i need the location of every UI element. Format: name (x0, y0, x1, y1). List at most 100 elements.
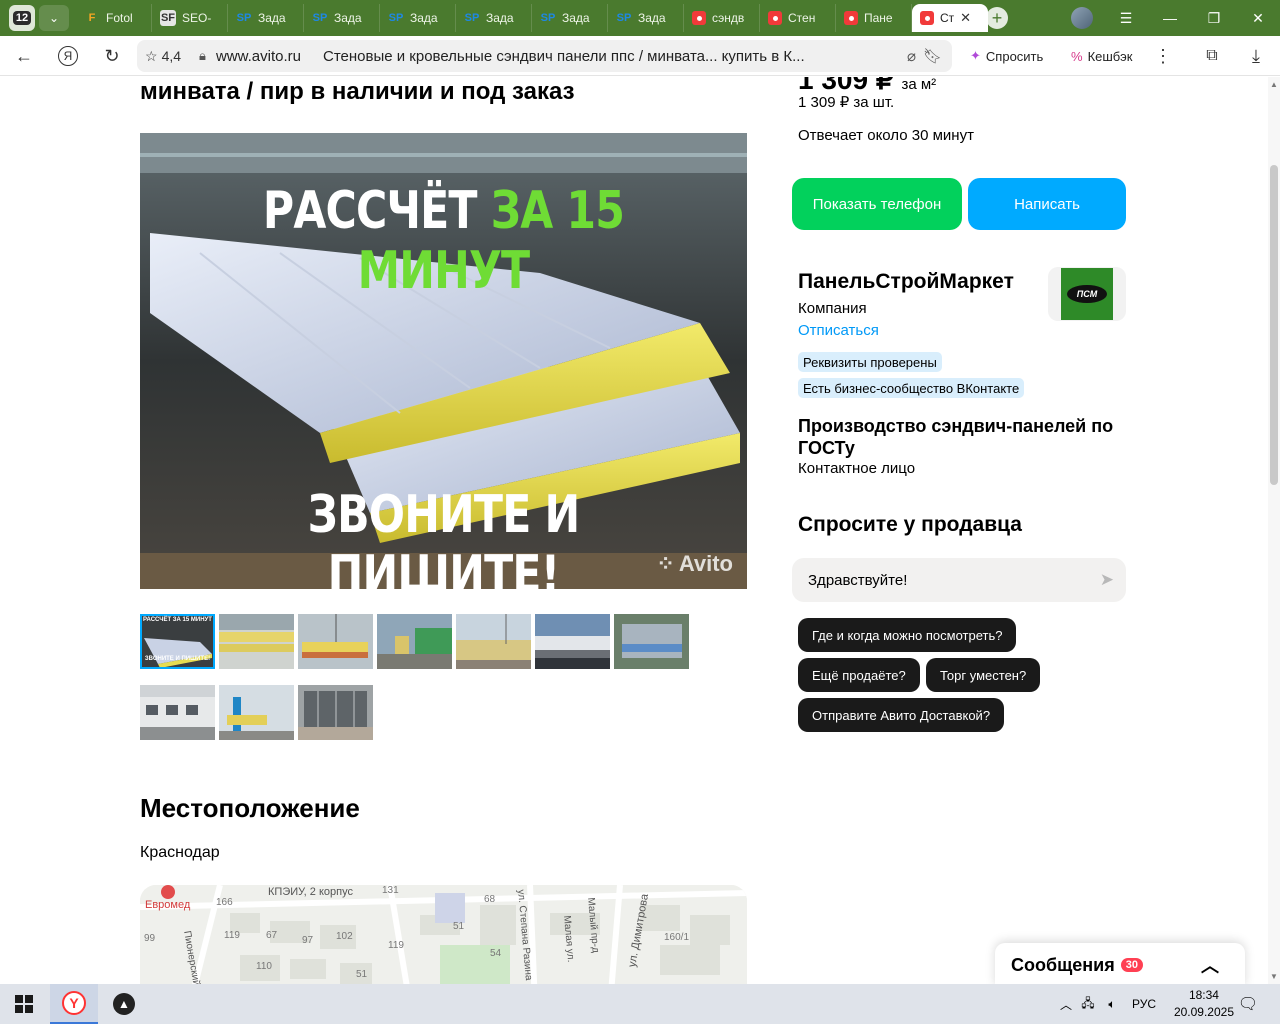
tab[interactable]: Стен (760, 4, 836, 32)
close-tab-icon[interactable]: ✕ (960, 10, 971, 26)
tab[interactable]: SP Зада (380, 4, 456, 32)
thumbnail[interactable] (535, 614, 610, 669)
thumbnail-image (140, 685, 215, 740)
new-tab-button[interactable]: + (986, 7, 1008, 29)
tab-label: Зада (562, 11, 590, 25)
tab[interactable]: сэндв (684, 4, 760, 32)
seller-name[interactable]: ПанельСтройМаркет (798, 270, 1014, 294)
tab-label: SEO- (182, 11, 212, 25)
page-content: минвата / пир в наличии и под заказ РАСС… (0, 77, 1268, 984)
thumbnail[interactable] (298, 685, 373, 740)
yandex-browser-icon: Y (62, 991, 86, 1015)
thumbnail-selected[interactable]: РАССЧЁТ ЗА 15 МИНУТ ЗВОНИТЕ И ПИШИТЕ! (140, 614, 215, 669)
tab[interactable]: SF SEO- (152, 4, 228, 32)
language-indicator[interactable]: РУС (1132, 997, 1156, 1011)
tab[interactable]: F Fotol (76, 4, 152, 32)
map-poi-label[interactable]: Евромед (145, 899, 190, 911)
scroll-down-icon[interactable]: ▼ (1270, 972, 1278, 981)
rating-value: 4,4 (161, 48, 182, 64)
arrow-left-icon: ← (15, 45, 33, 66)
tab[interactable]: SP Зада (608, 4, 684, 32)
avatar (1071, 7, 1093, 29)
site-rating[interactable]: ☆ 4,4 (145, 48, 181, 65)
quick-question-chip[interactable]: Торг уместен? (926, 658, 1041, 692)
thumbnail[interactable] (614, 614, 689, 669)
back-button[interactable]: ← (12, 44, 36, 68)
notifications-button[interactable]: 🗨︎ (1224, 984, 1272, 1024)
tab-favicon-icon: SP (236, 12, 252, 24)
more-menu-button[interactable]: ⋮ (1151, 44, 1175, 68)
downloads-button[interactable]: ⤓ (1244, 44, 1268, 68)
address-bar[interactable]: ☆ 4,4 🔒︎ www.avito.ru Стеновые и кровельн… (137, 40, 952, 72)
tab[interactable]: SP Зада (456, 4, 532, 32)
restore-button[interactable]: ❐ (1192, 0, 1236, 36)
unsubscribe-link[interactable]: Отписаться (798, 322, 879, 339)
profile-button[interactable] (1060, 0, 1104, 36)
url-domain: www.avito.ru (215, 47, 301, 65)
system-tray: ︿ 🖧︎ 🔈︎ РУС (1056, 984, 1156, 1024)
collections-button[interactable]: ⧉ (1200, 44, 1224, 68)
windows-taskbar: Y ▲ ︿ 🖧︎ 🔈︎ РУС 18:34 20.09.2025 🗨︎ (0, 984, 1280, 1024)
tab-counter-button[interactable]: 12 (9, 5, 35, 31)
ask-seller-input[interactable]: Здравствуйте! ➤ (792, 558, 1126, 602)
ask-alice-button[interactable]: ✦ Спросить (962, 43, 1051, 69)
tab[interactable]: SP Зада (304, 4, 380, 32)
send-icon[interactable]: ➤ (1100, 570, 1114, 590)
page-scrollbar[interactable]: ▲ ▼ (1268, 77, 1280, 984)
close-window-button[interactable]: ✕ (1236, 0, 1280, 36)
avito-favicon-icon (768, 11, 782, 25)
thumbnail[interactable] (219, 614, 294, 669)
chevron-down-icon: ⌄ (48, 11, 60, 25)
scroll-up-icon[interactable]: ▲ (1270, 80, 1278, 89)
avito-favicon-icon (920, 11, 934, 25)
volume-icon[interactable]: 🔈︎ (1100, 997, 1124, 1012)
thumbnail-image (219, 685, 294, 740)
show-phone-button[interactable]: Показать телефон (792, 178, 962, 230)
close-icon: ✕ (1252, 9, 1264, 26)
tab[interactable]: SP Зада (532, 4, 608, 32)
tab[interactable]: Пане (836, 4, 912, 32)
scrollbar-thumb[interactable] (1270, 165, 1278, 485)
seller-logo[interactable]: ПСМ (1048, 267, 1126, 321)
verified-badge: Реквизиты проверены (798, 352, 942, 372)
thumbnail[interactable] (219, 685, 294, 740)
location-map[interactable]: Евромед КПЭИУ, 2 корпус Пионерский ул. С… (140, 885, 747, 984)
tab-active[interactable]: Ст ✕ (912, 4, 988, 32)
write-message-button[interactable]: Написать (968, 178, 1126, 230)
cashback-button[interactable]: % Кешбэк (1063, 43, 1140, 69)
quick-question-chip[interactable]: Где и когда можно посмотреть? (798, 618, 1017, 652)
reload-button[interactable]: ↻ (100, 44, 124, 68)
listing-title: минвата / пир в наличии и под заказ (140, 78, 575, 105)
thumbnail[interactable] (140, 685, 215, 740)
quick-question-chip[interactable]: Отправите Авито Доставкой? (798, 698, 1005, 732)
chevron-up-icon[interactable]: ︿ (1201, 952, 1219, 978)
main-photo[interactable]: РАССЧЁТ ЗА 15 МИНУТ ЗВОНИТЕ И ПИШИТЕ! ⁘ A… (140, 133, 747, 589)
menu-button[interactable]: ☰ (1104, 0, 1148, 36)
lock-icon[interactable]: 🔒︎ (199, 48, 206, 64)
photo-thumbnails: РАССЧЁТ ЗА 15 МИНУТ ЗВОНИТЕ И ПИШИТЕ! (140, 614, 700, 740)
start-button[interactable] (0, 984, 48, 1024)
location-heading: Местоположение (140, 793, 360, 823)
app-icon: ▲ (113, 993, 135, 1015)
thumbnail[interactable] (456, 614, 531, 669)
thumbnail-caption-top: РАССЧЁТ ЗА 15 МИНУТ (143, 617, 212, 623)
thumbnail[interactable] (377, 614, 452, 669)
tabs-dropdown-button[interactable]: ⌄ (39, 5, 69, 31)
windows-logo-icon (15, 995, 33, 1013)
price-per-item: 1 309 ₽ за шт. (798, 94, 895, 111)
messages-panel[interactable]: Сообщения 30 ︿ (995, 943, 1245, 984)
reader-off-icon[interactable]: ⌀ (907, 47, 916, 65)
bookmark-icon[interactable]: 🔖︎ (923, 47, 942, 65)
minimize-button[interactable]: — (1148, 0, 1192, 36)
tray-expand-icon[interactable]: ︿ (1056, 996, 1076, 1013)
taskbar-yandex-browser[interactable]: Y (50, 984, 98, 1024)
network-icon[interactable]: 🖧︎ (1076, 994, 1100, 1015)
avito-dots-icon: ⁘ (656, 551, 675, 576)
taskbar-app[interactable]: ▲ (100, 984, 148, 1024)
star-icon: ☆ (145, 47, 158, 64)
thumbnail[interactable] (298, 614, 373, 669)
tab[interactable]: SP Зада (228, 4, 304, 32)
quick-question-chip[interactable]: Ещё продаёте? (798, 658, 920, 692)
tab-favicon-icon: F (88, 12, 96, 24)
yandex-button[interactable]: Я (56, 44, 80, 68)
